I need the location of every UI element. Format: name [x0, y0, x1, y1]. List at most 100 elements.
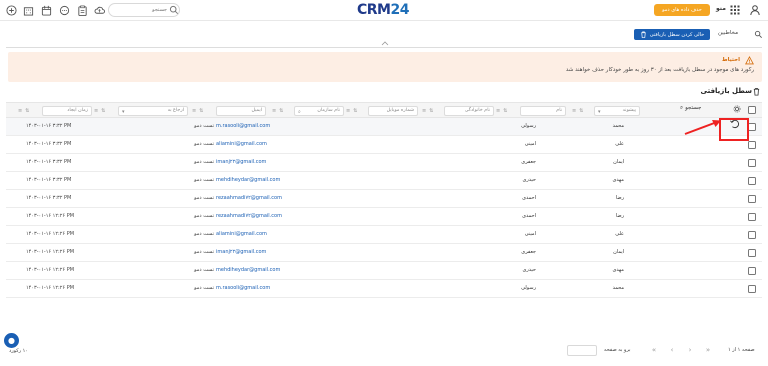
- cell-first-name: مهدی: [612, 267, 624, 273]
- cell-email[interactable]: mehdiheydar@gmail.com: [216, 267, 306, 273]
- row-checkbox[interactable]: [748, 249, 756, 257]
- table-row[interactable]: رضا احمدی rezaahmadi۷۲@gmail.com تست دمو…: [6, 208, 762, 226]
- go-to-page-input[interactable]: [567, 345, 597, 356]
- filter-mobile[interactable]: شماره موبایل: [368, 106, 418, 116]
- row-checkbox[interactable]: [748, 231, 756, 239]
- filter-icon[interactable]: ≡: [272, 108, 276, 114]
- table-row[interactable]: ایمان جعفری imanj۲۲@gmail.com تست دمو ۱۴…: [6, 244, 762, 262]
- table-row[interactable]: رضا احمدی rezaahmadi۷۲@gmail.com تست دمو…: [6, 190, 762, 208]
- support-chat-button[interactable]: ●: [4, 333, 19, 348]
- cloud-upload-icon[interactable]: [93, 4, 105, 16]
- calendar-icon[interactable]: [40, 4, 52, 16]
- filter-created-at[interactable]: زمان ایجاد: [42, 106, 92, 116]
- filter-created-at-label: زمان ایجاد: [67, 108, 88, 113]
- breadcrumb-contacts[interactable]: مخاطبین: [718, 30, 738, 36]
- next-page-icon[interactable]: ‹: [667, 345, 677, 355]
- search-icon: [169, 5, 179, 15]
- cell-email[interactable]: imanj۲۲@gmail.com: [216, 159, 306, 165]
- sort-icon[interactable]: ⇅: [279, 108, 283, 114]
- global-search[interactable]: [108, 3, 180, 17]
- app-grid-icon[interactable]: [730, 5, 740, 15]
- filter-icon[interactable]: ≡: [572, 108, 576, 114]
- cell-email[interactable]: rezaahmadi۷۲@gmail.com: [216, 195, 306, 201]
- gear-icon[interactable]: [733, 105, 741, 113]
- row-checkbox[interactable]: [748, 195, 756, 203]
- filter-icon[interactable]: ≡: [18, 108, 22, 114]
- filter-org[interactable]: نام سازمان ⌕: [294, 106, 344, 116]
- cell-email[interactable]: m.rasooli@gmail.com: [216, 123, 306, 129]
- cell-email[interactable]: aliamini@gmail.com: [216, 231, 306, 237]
- row-checkbox[interactable]: [748, 159, 756, 167]
- cell-created-at: ۱۴۰۳-۰۱-۱۶ ۳:۳۲ PM: [26, 177, 72, 183]
- filter-icon[interactable]: ≡: [94, 108, 98, 114]
- sort-icon[interactable]: ⇅: [579, 108, 583, 114]
- cell-email[interactable]: aliamini@gmail.com: [216, 141, 306, 147]
- delete-demo-data-button[interactable]: حذف داده های دمو: [654, 4, 710, 16]
- empty-trash-button[interactable]: خالی کردن سطل بازیافتی: [634, 29, 710, 40]
- cell-email[interactable]: imanj۲۲@gmail.com: [216, 249, 306, 255]
- sort-icon[interactable]: ⇅: [25, 108, 29, 114]
- user-icon[interactable]: [749, 4, 761, 16]
- filter-icon[interactable]: ≡: [192, 108, 196, 114]
- cell-email[interactable]: rezaahmadi۷۲@gmail.com: [216, 213, 306, 219]
- table-row[interactable]: مهدی حیدری mehdiheydar@gmail.com تست دمو…: [6, 262, 762, 280]
- cell-created-at: ۱۴۰۳-۰۱-۱۶ ۳:۳۲ PM: [26, 123, 72, 129]
- app-logo[interactable]: CRM24: [357, 2, 409, 18]
- cell-first-name: ایمان: [613, 159, 624, 165]
- prev-page-icon[interactable]: ›: [685, 345, 695, 355]
- sort-icon[interactable]: ⇅: [503, 108, 507, 114]
- table-row[interactable]: علی امینی aliamini@gmail.com تست دمو ۱۴۰…: [6, 136, 762, 154]
- cell-first-name: علی: [615, 231, 624, 237]
- cell-created-at: ۱۴۰۳-۰۱-۱۶ ۱۲:۲۶ PM: [26, 267, 75, 273]
- filter-icon[interactable]: ≡: [496, 108, 500, 114]
- menu-label[interactable]: منو: [716, 5, 726, 12]
- warning-triangle-icon: [745, 56, 754, 65]
- row-checkbox[interactable]: [748, 141, 756, 149]
- filter-icon[interactable]: ≡: [346, 108, 350, 114]
- select-all-checkbox[interactable]: [748, 106, 756, 114]
- table-search-label: جستجو: [685, 105, 702, 111]
- trash-icon: [753, 87, 760, 96]
- prefix-filter-icons: ≡ ⇅: [572, 106, 583, 116]
- row-checkbox[interactable]: [748, 177, 756, 185]
- row-checkbox[interactable]: [748, 285, 756, 293]
- cell-referred-to: تست دمو: [194, 249, 214, 255]
- filter-first-name[interactable]: نام: [520, 106, 566, 116]
- table-row[interactable]: علی امینی aliamini@gmail.com تست دمو ۱۴۰…: [6, 226, 762, 244]
- table-row[interactable]: مهدی حیدری mehdiheydar@gmail.com تست دمو…: [6, 172, 762, 190]
- chevron-up-icon[interactable]: [380, 40, 390, 46]
- sort-icon[interactable]: ⇅: [429, 108, 433, 114]
- building-icon[interactable]: [22, 4, 34, 16]
- sort-icon[interactable]: ⇅: [353, 108, 357, 114]
- first-page-icon[interactable]: »: [703, 345, 713, 355]
- cell-email[interactable]: mehdiheydar@gmail.com: [216, 177, 306, 183]
- row-checkbox[interactable]: [748, 267, 756, 275]
- global-search-input[interactable]: [113, 4, 167, 16]
- sort-icon[interactable]: ⇅: [101, 108, 105, 114]
- table-row[interactable]: ایمان جعفری imanj۲۲@gmail.com تست دمو ۱۴…: [6, 154, 762, 172]
- cell-created-at: ۱۴۰۳-۰۱-۱۶ ۳:۳۲ PM: [26, 195, 72, 201]
- filter-mobile-label: شماره موبایل: [386, 108, 414, 113]
- cell-last-name: جعفری: [521, 249, 536, 255]
- filter-last-name[interactable]: نام خانوادگی: [444, 106, 494, 116]
- chat-icon[interactable]: [58, 4, 70, 16]
- row-checkbox[interactable]: [748, 213, 756, 221]
- last-page-icon[interactable]: «: [649, 345, 659, 355]
- row-checkbox[interactable]: [748, 123, 756, 131]
- filter-icon[interactable]: ≡: [422, 108, 426, 114]
- filter-referred-to[interactable]: ارجاع به ▾: [118, 106, 188, 116]
- table-search-button[interactable]: جستجو ⌕: [680, 105, 701, 112]
- sort-icon[interactable]: ⇅: [199, 108, 203, 114]
- page-title: سطل بازیافتی: [700, 87, 752, 95]
- filter-prefix[interactable]: پیشوند ▾: [594, 106, 640, 116]
- cell-email[interactable]: m.rasooli@gmail.com: [216, 285, 306, 291]
- annotation-arrow-icon: [684, 120, 721, 135]
- plus-circle-icon[interactable]: [5, 4, 17, 16]
- filter-email[interactable]: ایمیل: [216, 106, 266, 116]
- clipboard-icon[interactable]: [76, 4, 88, 16]
- table-row[interactable]: محمد رسولی m.rasooli@gmail.com تست دمو ۱…: [6, 118, 762, 136]
- cell-referred-to: تست دمو: [194, 141, 214, 147]
- table-row[interactable]: محمد رسولی m.rasooli@gmail.com تست دمو ۱…: [6, 280, 762, 298]
- cell-referred-to: تست دمو: [194, 195, 214, 201]
- warning-banner: احتیاط رکورد های موجود در سطل بازیافت بع…: [8, 52, 762, 82]
